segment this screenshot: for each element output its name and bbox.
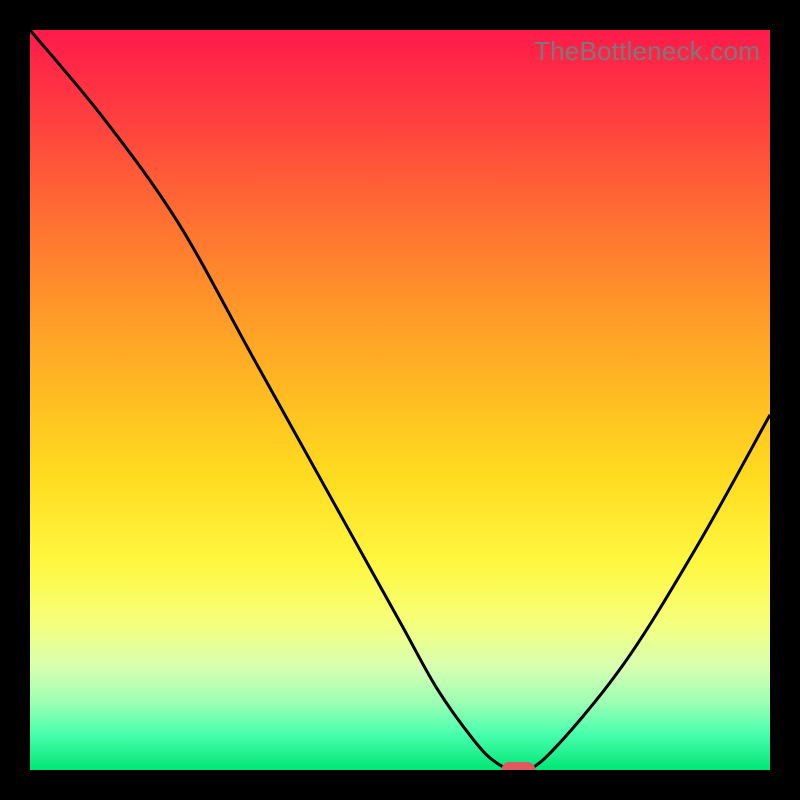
bottleneck-curve	[30, 30, 770, 770]
plot-area: TheBottleneck.com	[30, 30, 770, 770]
chart-container: TheBottleneck.com	[0, 0, 800, 800]
optimal-marker	[501, 762, 535, 770]
chart-svg	[30, 30, 770, 770]
